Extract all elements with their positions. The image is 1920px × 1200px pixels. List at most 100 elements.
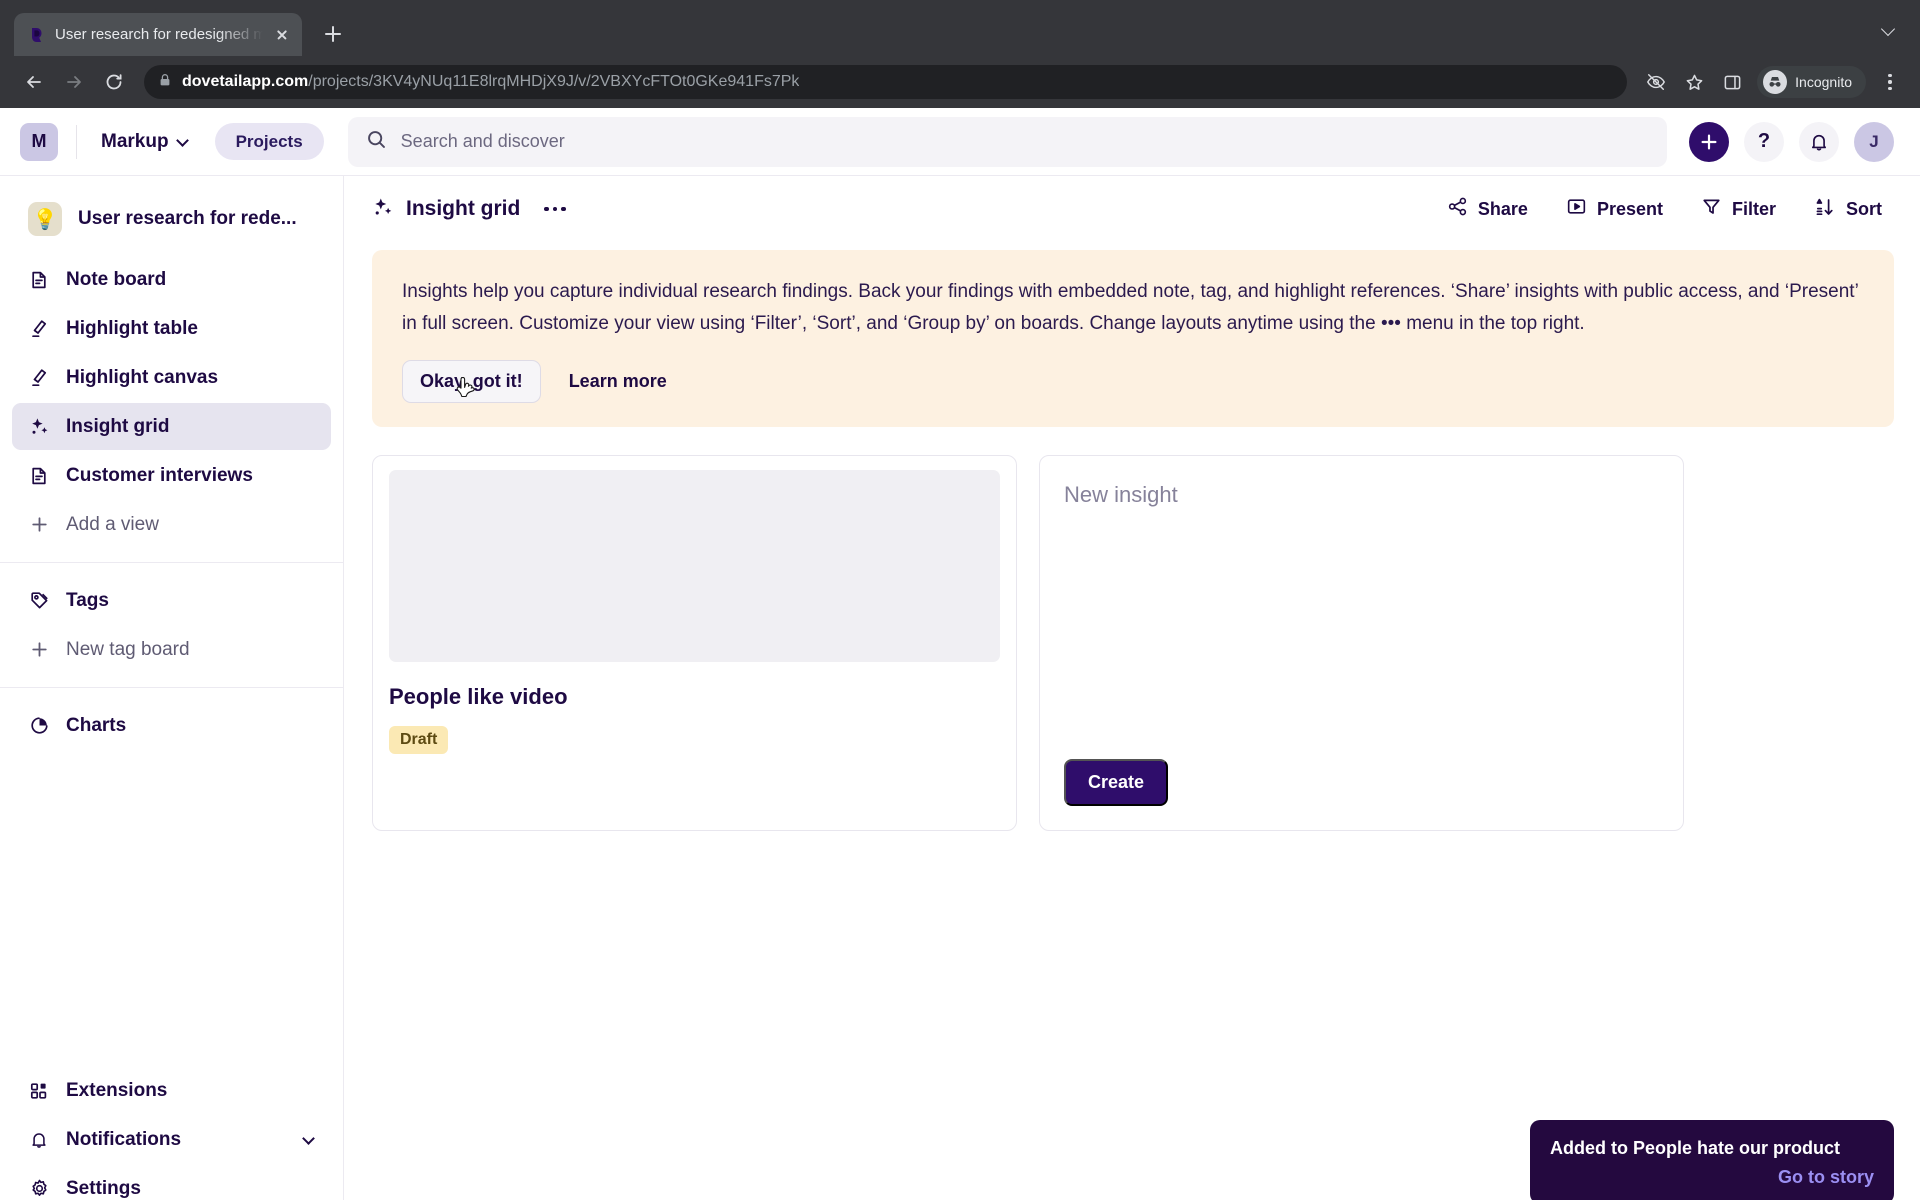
dovetail-logo-icon	[28, 26, 46, 44]
filter-button[interactable]: Filter	[1689, 188, 1788, 230]
sidebar-item-label: Notifications	[66, 1128, 182, 1150]
sidebar-item-highlight-table[interactable]: Highlight table	[12, 305, 331, 352]
side-panel-icon[interactable]	[1715, 65, 1749, 99]
sidebar-item-insight-grid[interactable]: Insight grid	[12, 403, 331, 450]
present-label: Present	[1596, 198, 1663, 219]
sidebar-project-name: User research for rede...	[78, 208, 297, 229]
omnibox-bar: dovetailapp.com/projects/3KV4yNUq11E8lrq…	[0, 56, 1920, 108]
sidebar-item-highlight-canvas[interactable]: Highlight canvas	[12, 354, 331, 401]
insight-sparkle-icon	[28, 416, 50, 438]
share-label: Share	[1477, 198, 1528, 219]
search-icon	[366, 129, 387, 155]
browser-menu-icon[interactable]	[1876, 65, 1904, 99]
sidebar-add-view[interactable]: Add a view	[12, 501, 331, 548]
sidebar-item-label: Highlight canvas	[66, 366, 219, 388]
chevron-down-icon[interactable]	[304, 1134, 315, 1145]
sidebar-item-tags[interactable]: Tags	[12, 577, 331, 624]
page-title: Insight grid	[406, 197, 521, 220]
present-button[interactable]: Present	[1554, 188, 1675, 230]
incognito-label: Incognito	[1795, 74, 1852, 90]
sidebar-item-label: Customer interviews	[66, 464, 253, 486]
view-toolbar: Insight grid Share Present Filter Sort	[344, 176, 1920, 242]
help-button[interactable]: ?	[1744, 121, 1784, 162]
back-arrow-icon[interactable]	[16, 64, 52, 100]
highlight-icon	[28, 367, 50, 389]
tab-projects[interactable]: Projects	[214, 123, 324, 160]
sidebar-project[interactable]: 💡 User research for rede...	[12, 192, 331, 246]
sidebar-item-label: Extensions	[66, 1079, 168, 1101]
browser-tab[interactable]: User research for redesigned m	[14, 13, 302, 56]
tab-search-chevron-icon[interactable]	[1882, 22, 1896, 36]
header-divider	[76, 124, 77, 159]
sort-button[interactable]: Sort	[1802, 188, 1894, 231]
sort-icon	[1814, 196, 1836, 223]
plus-icon	[28, 514, 50, 536]
close-icon[interactable]	[272, 25, 292, 45]
insight-card-title: People like video	[389, 684, 568, 709]
create-button[interactable]: Create	[1064, 759, 1169, 806]
new-insight-card[interactable]: New insight Create	[1039, 455, 1684, 831]
search-placeholder: Search and discover	[400, 131, 565, 151]
extensions-icon	[28, 1080, 50, 1102]
insight-card[interactable]: People like video Draft	[372, 455, 1017, 831]
insight-card-thumbnail	[389, 470, 1000, 662]
learn-more-link[interactable]: Learn more	[569, 371, 667, 392]
sidebar: 💡 User research for rede... Note board H…	[0, 176, 344, 1200]
star-icon[interactable]	[1677, 65, 1711, 99]
sidebar-item-label: Insight grid	[66, 415, 170, 437]
notifications-button[interactable]	[1799, 121, 1839, 162]
okay-got-it-button[interactable]: Okay, got it!	[402, 360, 541, 403]
sidebar-item-note-board[interactable]: Note board	[12, 256, 331, 303]
workspace-badge[interactable]: M	[20, 122, 58, 161]
help-label: ?	[1757, 130, 1771, 152]
new-insight-placeholder: New insight	[1064, 482, 1178, 507]
sidebar-item-settings[interactable]: Settings	[12, 1165, 331, 1200]
sidebar-item-notifications[interactable]: Notifications	[12, 1116, 331, 1163]
sidebar-item-label: Tags	[66, 589, 109, 611]
forward-arrow-icon[interactable]	[56, 64, 92, 100]
url-path: /projects/3KV4yNUq11E8lrqMHDjX9J/v/2VBXY…	[308, 73, 800, 90]
sidebar-item-customer-interviews[interactable]: Customer interviews	[12, 452, 331, 499]
sidebar-item-label: Charts	[66, 714, 127, 736]
view-options-menu[interactable]	[534, 199, 575, 219]
incognito-icon	[1763, 70, 1788, 94]
sidebar-item-label: Note board	[66, 268, 167, 290]
chevron-down-icon	[178, 136, 189, 147]
toast-notification: Added to People hate our product Go to s…	[1530, 1120, 1894, 1200]
banner-actions: Okay, got it! Learn more	[402, 360, 1864, 403]
search-input[interactable]: Search and discover	[347, 116, 1667, 167]
workspace-menu[interactable]: Markup	[91, 124, 199, 160]
avatar[interactable]: J	[1854, 121, 1894, 162]
bell-icon	[28, 1129, 50, 1151]
sidebar-bottom: Extensions Notifications Settings	[0, 1065, 343, 1200]
share-icon	[1447, 196, 1468, 222]
note-board-icon	[28, 269, 50, 291]
filter-icon	[1701, 196, 1722, 222]
main-content: Insight grid Share Present Filter Sort I…	[344, 176, 1920, 1200]
share-button[interactable]: Share	[1435, 188, 1540, 230]
browser-chrome: User research for redesigned m dovetaila…	[0, 0, 1920, 108]
address-bar[interactable]: dovetailapp.com/projects/3KV4yNUq11E8lrq…	[144, 65, 1628, 99]
sidebar-new-tag-board[interactable]: New tag board	[12, 626, 331, 673]
workspace-name: Markup	[101, 130, 169, 152]
sidebar-item-label: Highlight table	[66, 317, 198, 339]
go-to-story-link[interactable]: Go to story	[1550, 1167, 1874, 1188]
reload-icon[interactable]	[96, 64, 132, 100]
filter-label: Filter	[1731, 198, 1776, 219]
sidebar-add-view-label: Add a view	[66, 513, 159, 535]
header-actions: ? J	[1689, 121, 1894, 162]
present-icon	[1566, 196, 1587, 222]
browser-tab-title: User research for redesigned m	[55, 26, 263, 43]
incognito-profile-pill[interactable]: Incognito	[1757, 66, 1866, 98]
tracking-protection-off-icon[interactable]	[1639, 65, 1673, 99]
sort-label: Sort	[1846, 198, 1882, 219]
sidebar-item-extensions[interactable]: Extensions	[12, 1067, 331, 1114]
tag-icon	[28, 590, 50, 612]
add-button[interactable]	[1689, 121, 1729, 162]
lightbulb-icon: 💡	[28, 202, 62, 236]
sidebar-item-charts[interactable]: Charts	[12, 702, 331, 749]
sidebar-divider	[0, 687, 343, 688]
new-tab-button[interactable]	[316, 17, 350, 51]
gear-icon	[28, 1178, 50, 1200]
banner-text: Insights help you capture individual res…	[402, 281, 1859, 334]
